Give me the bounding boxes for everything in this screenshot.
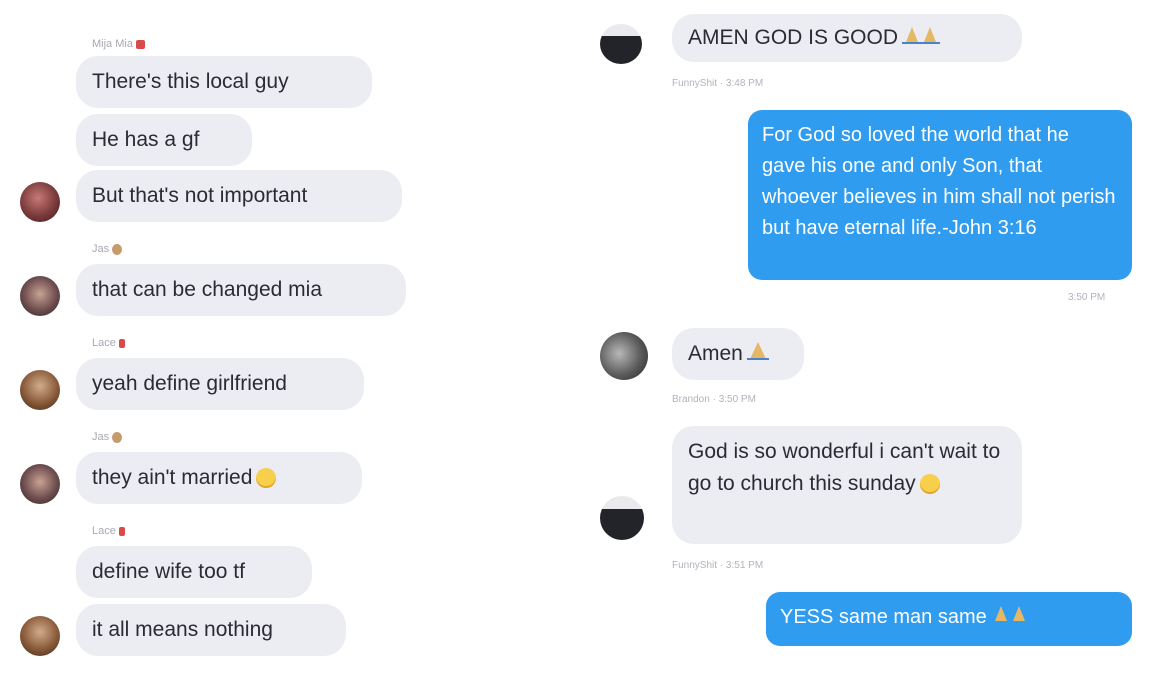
glass-icon xyxy=(118,338,125,348)
message-text: Amen xyxy=(688,342,743,365)
message-bubble[interactable]: they ain't married xyxy=(76,452,362,504)
message-bubble[interactable]: that can be changed mia xyxy=(76,264,406,316)
left-chat-panel: Mija Mia There's this local guy He has a… xyxy=(0,0,560,698)
message-meta: FunnyShit · 3:48 PM xyxy=(672,78,764,89)
avatar[interactable] xyxy=(600,332,648,380)
sender-name-text: Lace xyxy=(92,337,116,349)
message-meta: Brandon · 3:50 PM xyxy=(672,394,756,405)
praying-hands-icon xyxy=(902,22,942,54)
sender-name: Jas xyxy=(92,243,123,255)
avatar[interactable] xyxy=(20,370,60,410)
flag-icon xyxy=(135,39,145,49)
glass-icon xyxy=(118,526,125,536)
message-text: For God so loved the world that he gave … xyxy=(762,124,1116,239)
sender-name-text: Mija Mia xyxy=(92,38,133,50)
message-text: yeah define girlfriend xyxy=(92,372,287,395)
message-text: AMEN GOD IS GOOD xyxy=(688,26,899,49)
message-text: There's this local guy xyxy=(92,70,289,93)
avatar[interactable] xyxy=(20,182,60,222)
person-icon xyxy=(112,431,123,443)
message-text: God is so wonderful i can't wait to go t… xyxy=(688,440,1001,495)
message-bubble[interactable]: define wife too tf xyxy=(76,546,312,598)
message-text: it all means nothing xyxy=(92,618,273,641)
avatar[interactable] xyxy=(600,24,642,64)
message-bubble[interactable]: Amen xyxy=(672,328,804,381)
message-text: define wife too tf xyxy=(92,560,245,583)
message-bubble[interactable]: There's this local guy xyxy=(76,56,372,108)
sender-name: Lace xyxy=(92,337,125,349)
message-bubble[interactable]: AMEN GOD IS GOOD xyxy=(672,14,1022,62)
right-chat-panel: AMEN GOD IS GOOD FunnyShit · 3:48 PM For… xyxy=(560,0,1158,698)
message-text: that can be changed mia xyxy=(92,278,322,301)
praying-hands-icon xyxy=(746,338,769,370)
message-bubble[interactable]: yeah define girlfriend xyxy=(76,358,364,410)
sender-name: Jas xyxy=(92,431,123,443)
sender-name: Lace xyxy=(92,525,125,537)
sender-name-text: Jas xyxy=(92,431,110,443)
message-text: He has a gf xyxy=(92,128,200,151)
outgoing-message-bubble[interactable]: For God so loved the world that he gave … xyxy=(748,110,1132,280)
sender-name-text: Jas xyxy=(92,243,110,255)
avatar[interactable] xyxy=(20,616,60,656)
message-bubble[interactable]: it all means nothing xyxy=(76,604,346,656)
message-meta: FunnyShit · 3:51 PM xyxy=(672,560,764,571)
avatar[interactable] xyxy=(20,276,60,316)
message-bubble[interactable]: He has a gf xyxy=(76,114,252,166)
message-bubble[interactable]: But that's not important xyxy=(76,170,402,222)
message-bubble[interactable]: God is so wonderful i can't wait to go t… xyxy=(672,426,1022,544)
praying-hands-icon xyxy=(991,602,1031,633)
smiling-face-icon xyxy=(256,468,277,489)
message-text: But that's not important xyxy=(92,184,308,207)
avatar[interactable] xyxy=(600,496,644,540)
smiling-face-icon xyxy=(919,474,940,495)
message-text: YESS same man same xyxy=(780,606,987,628)
outgoing-message-bubble[interactable]: YESS same man same xyxy=(766,592,1132,646)
message-text: they ain't married xyxy=(92,466,253,489)
avatar[interactable] xyxy=(20,464,60,504)
message-time: 3:50 PM xyxy=(1068,292,1106,303)
sender-name-text: Lace xyxy=(92,525,116,537)
person-icon xyxy=(112,243,123,255)
sender-name: Mija Mia xyxy=(92,38,145,50)
